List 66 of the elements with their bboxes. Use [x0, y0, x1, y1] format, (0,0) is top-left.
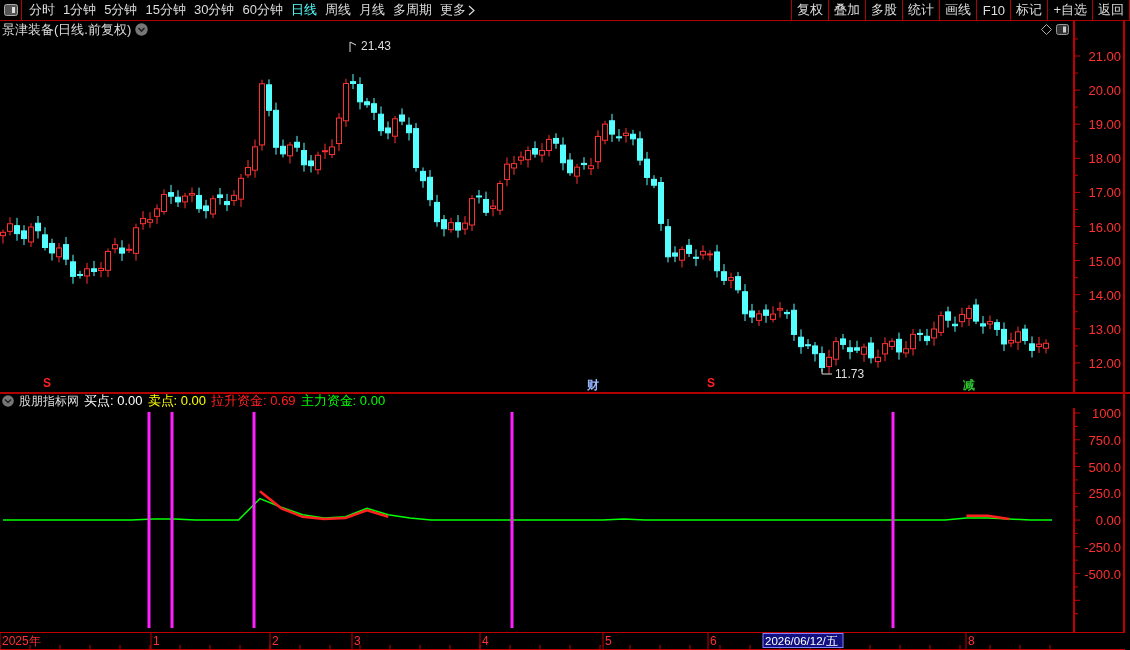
axis-label: -250.0 [1084, 539, 1121, 555]
date-label: 8 [968, 634, 975, 648]
axis-label: 0.00 [1095, 513, 1121, 529]
event-marker[interactable]: 财 [587, 378, 599, 392]
indicator-name: 股朋指标网 [19, 392, 79, 410]
date-label: 5 [605, 634, 612, 648]
diamond-icon[interactable] [1041, 24, 1052, 35]
date-label: 6 [710, 634, 717, 648]
indicator-value: 主力资金: 0.00 [300, 392, 386, 410]
event-marker[interactable]: 减 [963, 378, 975, 392]
leader-line [821, 368, 833, 375]
axis-label: 750.0 [1088, 432, 1121, 448]
axis-label: 17.00 [1088, 185, 1121, 201]
toolbar-button[interactable]: 复权 [791, 0, 829, 20]
period-tab[interactable]: 15分钟 [141, 0, 190, 20]
dropdown-icon[interactable] [135, 23, 149, 36]
collapse-icon[interactable] [2, 395, 14, 407]
indicator-value: 买点: 0.00 [84, 392, 143, 410]
period-tab[interactable]: 分时 [25, 0, 59, 20]
axis-label: 18.00 [1088, 151, 1121, 167]
toolbar-button[interactable]: +自选 [1047, 0, 1092, 20]
axis-label: 500.0 [1088, 459, 1121, 475]
toolbar-button[interactable]: 多股 [865, 0, 903, 20]
event-marker[interactable]: S [707, 376, 715, 390]
chevron-right-icon [467, 4, 475, 16]
panel-toggle-icon[interactable] [1056, 24, 1069, 35]
chart-title: 景津装备(日线.前复权) [2, 20, 132, 39]
axis-label: 20.00 [1088, 83, 1121, 99]
event-marker[interactable]: S [43, 376, 51, 390]
high-price-label: 21.43 [361, 39, 392, 53]
date-label: 2025年 [2, 634, 41, 648]
period-tab[interactable]: 多周期 [388, 0, 436, 20]
axis-label: 1000 [1092, 408, 1121, 422]
indicator-value: 卖点: 0.00 [147, 392, 207, 410]
period-tab[interactable]: 周线 [320, 0, 355, 20]
indicator-value: 拉升资金: 0.69 [211, 392, 296, 410]
date-label: 3 [354, 634, 361, 648]
period-tab[interactable]: 1分钟 [59, 0, 101, 20]
period-tab[interactable]: 30分钟 [189, 0, 239, 20]
toolbar-button[interactable]: 叠加 [828, 0, 866, 20]
panel-toggle-icon[interactable] [3, 4, 18, 16]
axis-label: 21.00 [1088, 49, 1121, 64]
period-tab[interactable]: 日线 [286, 0, 321, 20]
date-label: 1 [153, 634, 160, 648]
axis-label: 19.00 [1088, 117, 1121, 133]
axis-label: 12.00 [1088, 355, 1121, 371]
toolbar-button[interactable]: 标记 [1010, 0, 1048, 20]
date-cursor-label: 2026/06/12/五 [762, 633, 844, 648]
axis-label: 15.00 [1088, 253, 1121, 269]
date-label: 4 [482, 634, 489, 648]
period-tab[interactable]: 60分钟 [238, 0, 287, 20]
period-tab[interactable]: 月线 [354, 0, 389, 20]
leader-line [349, 41, 357, 53]
axis-label: 13.00 [1088, 321, 1121, 337]
axis-label: -500.0 [1084, 566, 1121, 582]
toolbar-button[interactable]: F10 [976, 0, 1011, 20]
axis-label: 250.0 [1088, 486, 1121, 502]
axis-label: 14.00 [1088, 287, 1121, 303]
toolbar-button[interactable]: 统计 [902, 0, 940, 20]
toolbar-button[interactable]: 返回 [1092, 0, 1130, 20]
period-tab[interactable]: 更多 [435, 0, 479, 20]
date-label: 2 [272, 634, 279, 648]
axis-label: 16.00 [1088, 219, 1121, 235]
toolbar-button[interactable]: 画线 [939, 0, 977, 20]
period-tab[interactable]: 5分钟 [100, 0, 142, 20]
low-price-label: 11.73 [835, 367, 865, 381]
